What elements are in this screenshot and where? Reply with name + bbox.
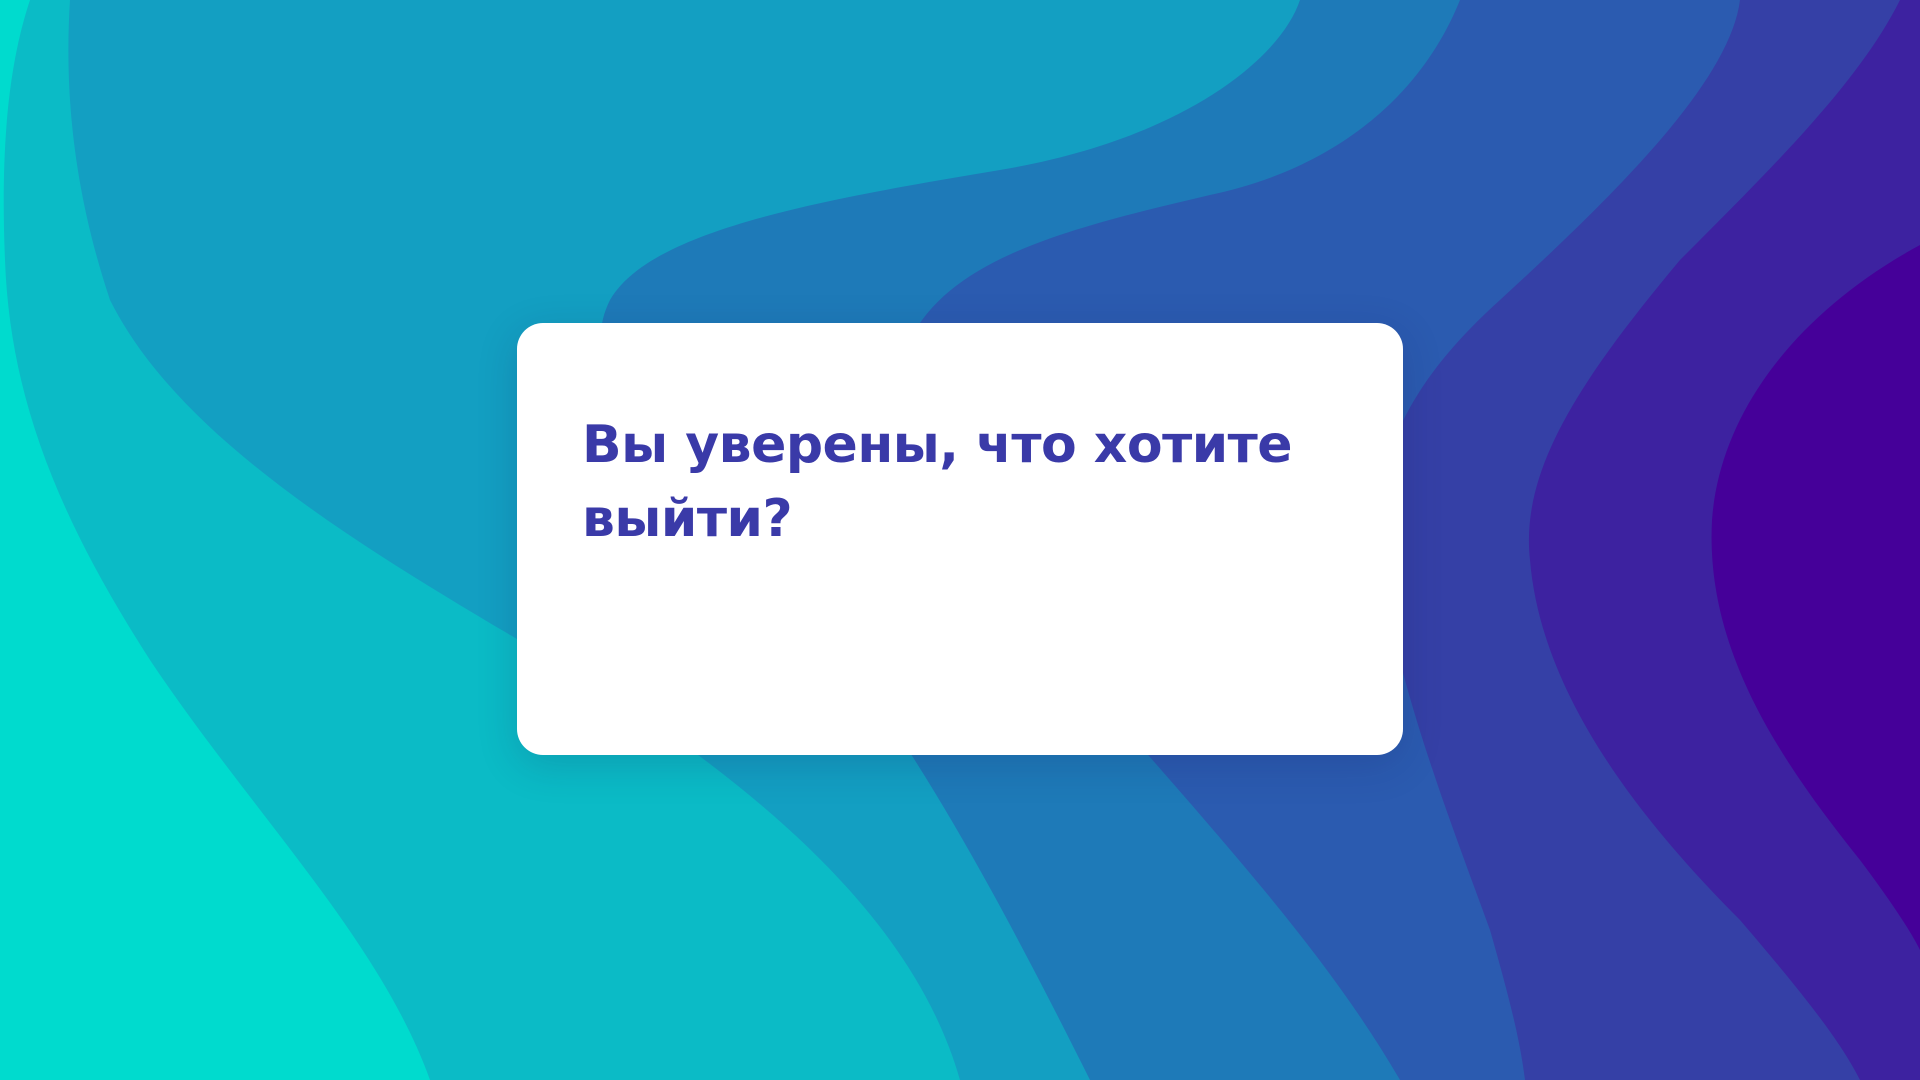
screen: Вы уверены, что хотите выйти? [0, 0, 1920, 1080]
dialog-title: Вы уверены, что хотите выйти? [582, 415, 1293, 549]
logout-confirm-dialog: Вы уверены, что хотите выйти? [517, 323, 1403, 755]
